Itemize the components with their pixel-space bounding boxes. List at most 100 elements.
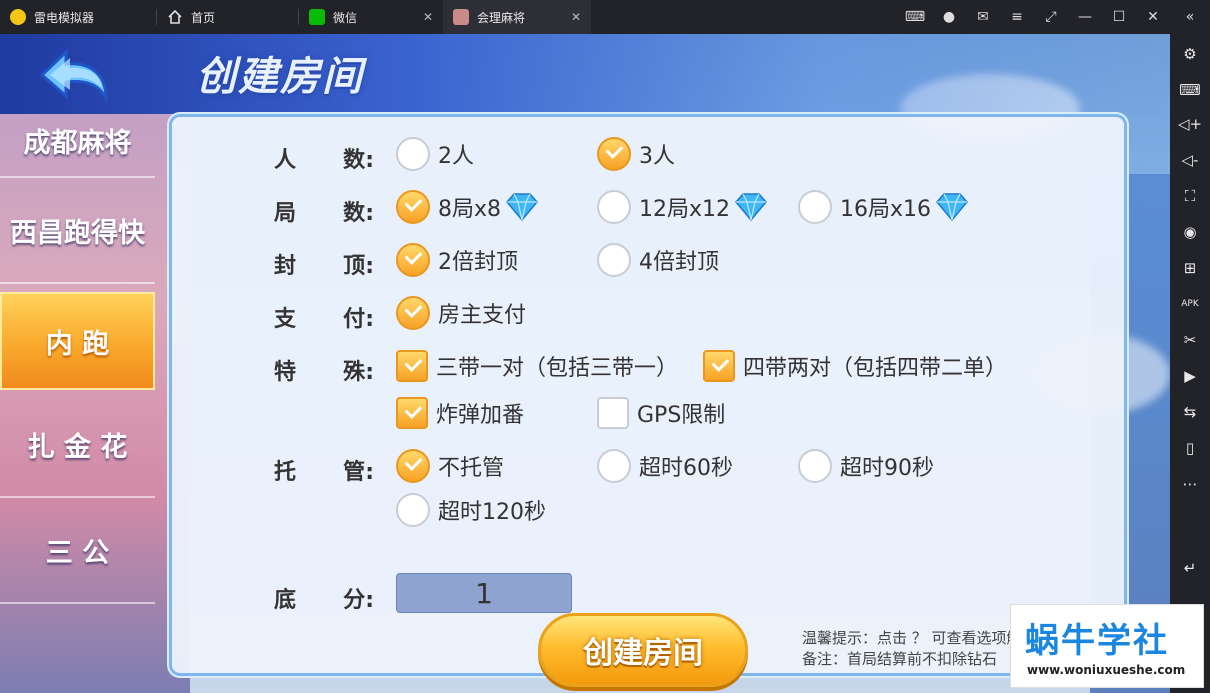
option-label: 16局x16 — [840, 197, 932, 222]
tab-wechat[interactable]: 微信 ✕ — [299, 0, 443, 34]
radio-button-selected[interactable] — [396, 296, 430, 330]
radio-button-selected[interactable] — [396, 449, 430, 483]
option-rounds-8[interactable]: 8局x8 — [396, 190, 539, 224]
volume-down-icon[interactable]: ◁- — [1178, 148, 1202, 172]
close-window-icon[interactable]: ✕ — [1136, 9, 1170, 25]
shake-icon[interactable]: ▯ — [1178, 436, 1202, 460]
cap-label: 封顶 — [274, 248, 374, 280]
option-timeout-90[interactable]: 超时90秒 — [798, 449, 934, 483]
add-app-icon[interactable]: ⊞ — [1178, 256, 1202, 280]
base-score-label: 底分 — [274, 582, 374, 614]
option-3-players[interactable]: 3人 — [597, 137, 675, 171]
menu-item-chengdu-mahjong[interactable]: 成都麻将 — [0, 104, 155, 178]
back-arrow-icon — [39, 48, 108, 104]
option-host-pays[interactable]: 房主支付 — [396, 296, 526, 330]
menu-item-sangong[interactable]: 三 公 — [0, 498, 155, 604]
option-timeout-60[interactable]: 超时60秒 — [597, 449, 733, 483]
option-rounds-16[interactable]: 16局x16 — [798, 190, 969, 224]
radio-button[interactable] — [597, 190, 631, 224]
back-navigation-icon[interactable]: ↵ — [1178, 556, 1202, 580]
keyboard-icon[interactable]: ⌨ — [1178, 78, 1202, 102]
menu-icon[interactable]: ≡ — [1000, 9, 1034, 25]
more-icon[interactable]: ⋯ — [1178, 472, 1202, 496]
tab-ldplayer[interactable]: 雷电模拟器 — [0, 0, 156, 34]
scissors-icon[interactable]: ✂ — [1178, 328, 1202, 352]
payment-label: 支付 — [274, 301, 374, 333]
collapse-sidebar-icon[interactable]: « — [1170, 9, 1210, 25]
option-label: 炸弹加番 — [436, 403, 525, 428]
ldplayer-logo-icon — [10, 9, 26, 25]
gamepad-icon[interactable]: ⌨ — [898, 9, 932, 25]
option-label: 超时120秒 — [438, 500, 546, 525]
wechat-icon — [309, 9, 325, 25]
radio-button[interactable] — [396, 493, 430, 527]
fullscreen-icon[interactable]: ⛶ — [1178, 184, 1202, 208]
settings-icon[interactable]: ⚙ — [1178, 42, 1202, 66]
close-icon[interactable]: ✕ — [571, 10, 581, 24]
menu-item-neipao[interactable]: 内 跑 — [0, 292, 155, 390]
option-label: 8局x8 — [438, 197, 502, 222]
radio-button-selected[interactable] — [597, 137, 631, 171]
tab-home[interactable]: 首页 — [157, 0, 298, 34]
checkbox-checked[interactable] — [396, 350, 428, 382]
checkbox[interactable] — [597, 397, 629, 429]
account-icon[interactable]: ● — [932, 9, 966, 25]
tab-label: 会理麻将 — [477, 10, 526, 25]
special-rules-label: 特殊 — [274, 354, 374, 386]
rounds-label: 局数 — [274, 195, 374, 227]
create-room-button[interactable]: 创建房间 — [538, 613, 748, 687]
option-gps-limit[interactable]: GPS限制 — [597, 396, 725, 430]
game-type-menu: 成都麻将 西昌跑得快 内 跑 扎 金 花 三 公 — [0, 104, 155, 639]
apk-install-icon[interactable]: APK — [1178, 292, 1202, 316]
option-three-with-pair[interactable]: 三带一对（包括三带一） — [396, 349, 678, 383]
diamond-icon — [506, 193, 539, 222]
tab-label: 雷电模拟器 — [34, 10, 95, 25]
option-bomb-double[interactable]: 炸弹加番 — [396, 396, 524, 430]
radio-button[interactable] — [396, 137, 430, 171]
option-label: 超时60秒 — [639, 456, 733, 481]
option-no-trustee[interactable]: 不托管 — [396, 449, 504, 483]
radio-button[interactable] — [597, 449, 631, 483]
base-score-input[interactable]: 1 — [396, 573, 572, 613]
back-button[interactable] — [36, 46, 114, 104]
players-label: 人数 — [274, 142, 374, 174]
sync-icon[interactable]: ⇆ — [1178, 400, 1202, 424]
volume-up-icon[interactable]: ◁+ — [1178, 112, 1202, 136]
menu-item-xichang-paodekuai[interactable]: 西昌跑得快 — [0, 178, 155, 284]
option-label: 12局x12 — [639, 197, 731, 222]
diamond-icon — [735, 193, 768, 222]
watermark: 蜗牛学社 www.woniuxueshe.com — [1010, 604, 1204, 688]
option-cap-2x[interactable]: 2倍封顶 — [396, 243, 518, 277]
radio-button-selected[interactable] — [396, 190, 430, 224]
radio-button-selected[interactable] — [396, 243, 430, 277]
checkbox-checked[interactable] — [396, 397, 428, 429]
radio-button[interactable] — [597, 243, 631, 277]
window-controls: ⌨ ● ✉ ≡ ⤢ — ☐ ✕ « — [898, 0, 1210, 34]
option-label: 超时90秒 — [840, 456, 934, 481]
record-icon[interactable]: ◉ — [1178, 220, 1202, 244]
option-cap-4x[interactable]: 4倍封顶 — [597, 243, 719, 277]
minimize-icon[interactable]: — — [1068, 9, 1102, 25]
menu-item-zhajinhua[interactable]: 扎 金 花 — [0, 392, 155, 498]
option-timeout-120[interactable]: 超时120秒 — [396, 493, 546, 527]
emulator-sidebar: ⚙ ⌨ ◁+ ◁- ⛶ ◉ ⊞ APK ✂ ▶ ⇆ ▯ ⋯ ↵ — [1170, 34, 1210, 693]
radio-button[interactable] — [798, 449, 832, 483]
home-icon — [167, 9, 183, 25]
option-rounds-12[interactable]: 12局x12 — [597, 190, 768, 224]
tab-game[interactable]: 会理麻将 ✕ — [443, 0, 591, 34]
watermark-url: www.woniuxueshe.com — [1027, 663, 1186, 677]
checkbox-checked[interactable] — [703, 350, 735, 382]
restore-icon[interactable]: ⤢ — [1034, 9, 1068, 25]
option-label: 2倍封顶 — [438, 250, 518, 275]
option-label: 不托管 — [438, 456, 505, 481]
page-title: 创建房间 — [196, 54, 364, 100]
close-icon[interactable]: ✕ — [423, 10, 433, 24]
mail-icon[interactable]: ✉ — [966, 9, 1000, 25]
option-2-players[interactable]: 2人 — [396, 137, 474, 171]
video-icon[interactable]: ▶ — [1178, 364, 1202, 388]
maximize-icon[interactable]: ☐ — [1102, 9, 1136, 25]
radio-button[interactable] — [798, 190, 832, 224]
emulator-window: 雷电模拟器 首页 微信 ✕ 会理麻将 ✕ ⌨ ● ✉ ≡ ⤢ — ☐ ✕ « 创… — [0, 0, 1210, 693]
title-bar: 雷电模拟器 首页 微信 ✕ 会理麻将 ✕ ⌨ ● ✉ ≡ ⤢ — ☐ ✕ « — [0, 0, 1210, 34]
option-four-with-two-pairs[interactable]: 四带两对（包括四带二单） — [703, 349, 1007, 383]
